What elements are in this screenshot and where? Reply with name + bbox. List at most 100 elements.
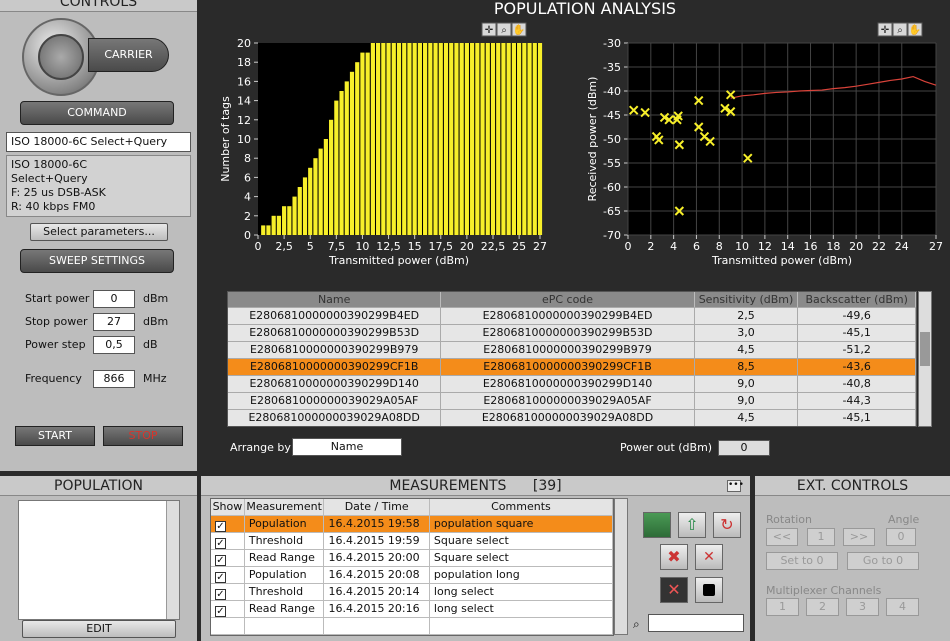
table-scrollbar[interactable] — [918, 291, 932, 427]
bar — [344, 81, 349, 236]
stop-power-input[interactable]: 27 — [93, 313, 135, 331]
delete-all-icon[interactable]: ✕ — [695, 544, 723, 570]
x-tick-label: 15 — [408, 240, 422, 253]
y-tick-label: 12 — [237, 114, 251, 127]
rotate-back-button[interactable]: << — [766, 528, 798, 546]
frequency-input[interactable]: 866 — [93, 370, 135, 388]
population-list[interactable] — [18, 500, 180, 620]
start-power-input[interactable]: 0 — [93, 290, 135, 308]
measurement-cell: Population — [245, 516, 325, 532]
measurement-cell: Read Range — [245, 550, 325, 566]
measurement-row[interactable]: ✓ Threshold 16.4.2015 20:14 long select — [211, 584, 613, 601]
show-checkbox[interactable]: ✓ — [215, 606, 226, 617]
bar — [464, 43, 469, 235]
rotate-forward-button[interactable]: >> — [843, 528, 875, 546]
measurement-row-selected[interactable]: ✓ Population 16.4.2015 19:58 population squ… — [211, 516, 613, 533]
cell-name: E2806810000000390299D140 — [228, 376, 442, 392]
upload-icon[interactable]: ⇧ — [678, 512, 706, 538]
show-checkbox[interactable]: ✓ — [215, 555, 226, 566]
bar — [423, 43, 428, 235]
x-tick-label: 24 — [895, 240, 909, 253]
bar — [480, 43, 485, 235]
stop-square-icon[interactable] — [695, 577, 723, 603]
y-tick-label: 16 — [237, 75, 251, 88]
controls-panel: CONTROLS CARRIER COMMAND ISO 18000-6C Se… — [0, 0, 197, 471]
pan-icon-glyph: ✋ — [513, 23, 525, 36]
measurements-header: Show Measurement Date / Time Comments — [211, 499, 613, 516]
cell-sensitivity: 4,5 — [695, 342, 799, 358]
x-axis-label: Transmitted power (dBm) — [711, 254, 852, 267]
go-to-zero-button[interactable]: Go to 0 — [847, 552, 919, 570]
sweep-settings-button[interactable]: SWEEP SETTINGS — [20, 249, 174, 273]
cell-epc: E2806810000000390299D140 — [441, 376, 695, 392]
show-cell: ✓ — [211, 584, 245, 600]
table-row[interactable]: E2806810000000390299B53D E280681000000039… — [228, 324, 916, 341]
col-header[interactable]: ePC code — [441, 292, 695, 307]
channel-4-button[interactable]: 4 — [886, 598, 919, 616]
table-row[interactable]: E280681000000039029A05AF E280681000000039… — [228, 392, 916, 409]
col-header[interactable]: Measurement — [244, 499, 325, 515]
show-checkbox[interactable]: ✓ — [215, 538, 226, 549]
measurement-row[interactable]: ✓ Threshold 16.4.2015 19:59 Square select — [211, 533, 613, 550]
col-header[interactable]: Date / Time — [324, 499, 430, 515]
bar — [470, 43, 475, 235]
arrange-by-select[interactable]: Name — [292, 438, 402, 456]
bar — [396, 43, 402, 235]
bar — [428, 43, 433, 235]
angle-label: Angle — [888, 513, 920, 526]
table-row[interactable]: E2806810000000390299B979 E280681000000039… — [228, 341, 916, 358]
table-row[interactable]: E2806810000000390299D140 E280681000000039… — [228, 375, 916, 392]
power-out-value: 0 — [718, 440, 770, 456]
set-to-zero-button[interactable]: Set to 0 — [766, 552, 838, 570]
col-header[interactable]: Name — [228, 292, 442, 307]
refresh-icon[interactable]: ↻ — [713, 512, 741, 538]
stop-button[interactable]: STOP — [103, 426, 183, 446]
y-axis-label: Received power (dBm) — [586, 77, 599, 202]
y-tick-label: -50 — [603, 133, 621, 146]
col-header[interactable]: Comments — [429, 499, 613, 515]
channel-1-button[interactable]: 1 — [766, 598, 799, 616]
show-checkbox[interactable]: ✓ — [215, 589, 226, 600]
command-button[interactable]: COMMAND — [20, 101, 174, 125]
export-excel-icon[interactable] — [643, 512, 671, 538]
delete-icon[interactable]: ✖ — [660, 544, 688, 570]
bar — [417, 43, 422, 235]
table-row[interactable]: E2806810000000390299B4ED E280681000000039… — [228, 307, 916, 324]
col-header[interactable]: Backscatter (dBm) — [798, 292, 916, 307]
clear-chart-icon[interactable]: ✕ — [660, 577, 688, 603]
channel-3-button[interactable]: 3 — [846, 598, 879, 616]
cell-name: E280681000000039029A05AF — [228, 393, 442, 409]
population-scrollbar[interactable] — [166, 501, 179, 619]
table-row-selected[interactable]: E2806810000000390299CF1B E280681000000039… — [228, 358, 916, 375]
tags-chart: 0 2 4 6 8 10 12 14 16 18 20 0 2,5 5 7,5 10 12,5 15 17,5 20 2… — [205, 20, 560, 275]
bar — [313, 158, 318, 235]
more-options-icon[interactable]: ••• — [727, 480, 744, 492]
analysis-title: POPULATION ANALYSIS — [493, 0, 677, 18]
start-power-label: Start power — [25, 292, 90, 305]
scroll-thumb[interactable] — [920, 332, 930, 366]
command-select[interactable]: ISO 18000-6C Select+Query — [6, 132, 191, 152]
measurements-scrollbar[interactable] — [614, 498, 628, 635]
bar — [370, 43, 375, 235]
bar — [433, 43, 438, 235]
x-tick-label: 7,5 — [328, 240, 346, 253]
search-input[interactable] — [648, 614, 744, 632]
col-header[interactable]: Sensitivity (dBm) — [695, 292, 799, 307]
measurement-row[interactable]: ✓ Population 16.4.2015 20:08 population lon… — [211, 567, 613, 584]
measurement-row[interactable]: ✓ Read Range 16.4.2015 20:00 Square select — [211, 550, 613, 567]
show-checkbox[interactable]: ✓ — [215, 521, 226, 532]
show-checkbox[interactable]: ✓ — [215, 572, 226, 583]
col-header[interactable]: Show — [211, 499, 245, 515]
table-row[interactable]: E280681000000039029A08DD E280681000000039… — [228, 409, 916, 426]
start-button[interactable]: START — [15, 426, 95, 446]
measurement-row[interactable]: ✓ Read Range 16.4.2015 20:16 long select — [211, 601, 613, 618]
select-parameters-button[interactable]: Select parameters... — [30, 223, 168, 241]
power-step-input[interactable]: 0,5 — [93, 336, 135, 354]
channel-2-button[interactable]: 2 — [806, 598, 839, 616]
y-tick-label: 6 — [244, 171, 251, 184]
measurement-cell: Read Range — [245, 601, 325, 617]
comment-cell: long select — [430, 601, 613, 617]
y-tick-label: 0 — [244, 229, 251, 242]
carrier-button[interactable]: CARRIER — [88, 38, 169, 72]
edit-button[interactable]: EDIT — [22, 620, 176, 638]
